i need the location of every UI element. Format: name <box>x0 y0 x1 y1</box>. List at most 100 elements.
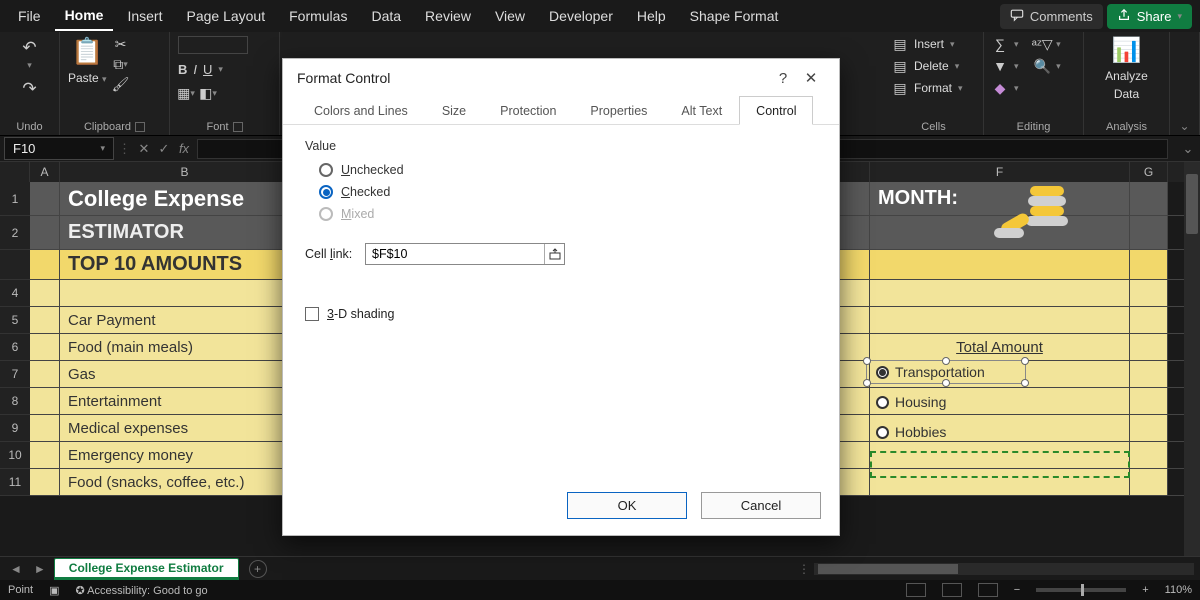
tab-data[interactable]: Data <box>361 2 411 30</box>
zoom-out-button[interactable]: − <box>1014 584 1020 596</box>
fill-color-button[interactable]: ◧▾ <box>200 85 216 101</box>
col-header-a[interactable]: A <box>30 162 60 182</box>
row-header-11[interactable]: 11 <box>0 469 30 496</box>
status-bar: Point ▣ ✪ Accessibility: Good to go − + … <box>0 580 1200 600</box>
radio-unchecked[interactable]: Unchecked <box>305 159 817 181</box>
zoom-slider[interactable] <box>1036 588 1126 592</box>
row-header-6[interactable]: 6 <box>0 334 30 361</box>
sheet-tab-active[interactable]: College Expense Estimator <box>54 558 239 580</box>
tab-page-layout[interactable]: Page Layout <box>176 2 275 30</box>
row-header-5[interactable]: 5 <box>0 307 30 334</box>
find-select-button[interactable]: 🔍 <box>1034 58 1050 74</box>
font-launcher[interactable] <box>233 122 243 132</box>
clipboard-launcher[interactable] <box>135 122 145 132</box>
comments-button[interactable]: Comments <box>1000 4 1103 29</box>
insert-cells-button[interactable]: Insert <box>914 37 944 51</box>
range-picker-button[interactable] <box>544 244 564 264</box>
row-header-3[interactable] <box>0 250 30 280</box>
bold-button[interactable]: B <box>178 62 187 77</box>
tab-home[interactable]: Home <box>55 1 114 31</box>
tab-view[interactable]: View <box>485 2 535 30</box>
view-page-layout-button[interactable] <box>942 583 962 597</box>
tab-review[interactable]: Review <box>415 2 481 30</box>
share-button[interactable]: Share ▾ <box>1107 4 1192 29</box>
row-header-8[interactable]: 8 <box>0 388 30 415</box>
ok-button[interactable]: OK <box>567 492 687 519</box>
row-header-4[interactable]: 4 <box>0 280 30 307</box>
cell-link-input-wrap <box>365 243 565 265</box>
row-header-7[interactable]: 7 <box>0 361 30 388</box>
zoom-in-button[interactable]: + <box>1142 584 1148 596</box>
expand-formula-bar[interactable]: ⌄ <box>1176 141 1200 157</box>
insert-function-button[interactable]: fx <box>175 141 193 157</box>
paste-button[interactable]: Paste ▾ <box>68 71 107 85</box>
radio-transportation[interactable]: Transportation <box>876 364 985 380</box>
col-header-b[interactable]: B <box>60 162 310 182</box>
title-cell-1: College Expense <box>60 182 310 216</box>
cell-link-input[interactable] <box>366 244 544 264</box>
borders-button[interactable]: ▦▾ <box>178 85 194 101</box>
share-icon <box>1117 8 1131 25</box>
undo-button[interactable]: ↶ ▾ <box>18 36 40 73</box>
clear-button[interactable]: ◆ <box>992 80 1008 96</box>
dlg-tab-protection[interactable]: Protection <box>483 96 573 125</box>
sheet-nav-next[interactable]: ► <box>30 562 50 576</box>
name-box[interactable]: F10 ▾ <box>4 137 114 160</box>
tab-file[interactable]: File <box>8 2 51 30</box>
tab-insert[interactable]: Insert <box>117 2 172 30</box>
accessibility-status[interactable]: ✪ Accessibility: Good to go <box>75 584 207 597</box>
chevron-down-icon: ▾ <box>100 143 105 154</box>
format-cells-button[interactable]: Format <box>914 81 952 95</box>
row-header-9[interactable]: 9 <box>0 415 30 442</box>
ribbon-collapse-button[interactable]: ⌄ <box>1179 119 1189 133</box>
cancel-formula-button[interactable]: ✕ <box>135 141 153 157</box>
font-family-dropdown[interactable] <box>178 36 248 54</box>
row-header-2[interactable]: 2 <box>0 216 30 250</box>
row-header-10[interactable]: 10 <box>0 442 30 469</box>
dlg-tab-properties[interactable]: Properties <box>573 96 664 125</box>
vertical-scrollbar[interactable] <box>1184 162 1200 556</box>
tab-formulas[interactable]: Formulas <box>279 2 357 30</box>
dialog-help-button[interactable]: ? <box>769 70 797 87</box>
shading-checkbox[interactable]: 3-D shading <box>305 307 817 321</box>
italic-button[interactable]: I <box>193 62 197 77</box>
zoom-level[interactable]: 110% <box>1165 584 1192 596</box>
dlg-tab-control[interactable]: Control <box>739 96 813 125</box>
dialog-close-button[interactable]: ✕ <box>797 69 825 87</box>
fill-button[interactable]: ▼ <box>992 58 1008 74</box>
analyze-data-button[interactable]: Analyze <box>1105 69 1148 83</box>
radio-housing[interactable]: Housing <box>876 394 946 410</box>
col-header-g[interactable]: G <box>1130 162 1168 182</box>
sort-filter-button[interactable]: ᵃᶻ▽ <box>1034 36 1050 52</box>
tab-shape-format[interactable]: Shape Format <box>680 2 789 30</box>
macro-record-icon[interactable]: ▣ <box>49 584 59 597</box>
sheet-nav-prev[interactable]: ◄ <box>6 562 26 576</box>
delete-cells-icon: ▤ <box>892 58 908 74</box>
delete-cells-button[interactable]: Delete <box>914 59 949 73</box>
group-clipboard-label: Clipboard <box>84 121 131 133</box>
radio-checked[interactable]: Checked <box>305 181 817 203</box>
autosum-button[interactable]: ∑ <box>992 36 1008 52</box>
underline-button[interactable]: U <box>203 62 212 77</box>
enter-formula-button[interactable]: ✓ <box>155 141 173 157</box>
radio-hobbies[interactable]: Hobbies <box>876 424 946 440</box>
redo-button[interactable]: ↷ <box>18 77 40 101</box>
select-all-button[interactable] <box>0 162 30 182</box>
top10-header: TOP 10 AMOUNTS <box>60 250 310 280</box>
cut-button[interactable]: ✂ <box>113 36 129 52</box>
format-painter-button[interactable]: 🖌 <box>113 76 129 92</box>
view-normal-button[interactable] <box>906 583 926 597</box>
horizontal-scrollbar[interactable] <box>814 563 1194 575</box>
tab-developer[interactable]: Developer <box>539 2 623 30</box>
dlg-tab-alt-text[interactable]: Alt Text <box>664 96 739 125</box>
copy-button[interactable]: ⧉ ▾ <box>113 56 129 72</box>
view-page-break-button[interactable] <box>978 583 998 597</box>
cancel-button[interactable]: Cancel <box>701 492 821 519</box>
col-header-f[interactable]: F <box>870 162 1130 182</box>
dlg-tab-colors[interactable]: Colors and Lines <box>297 96 425 125</box>
row-header-1[interactable]: 1 <box>0 182 30 216</box>
share-label: Share <box>1137 9 1172 24</box>
new-sheet-button[interactable]: + <box>249 560 267 578</box>
tab-help[interactable]: Help <box>627 2 676 30</box>
dlg-tab-size[interactable]: Size <box>425 96 483 125</box>
